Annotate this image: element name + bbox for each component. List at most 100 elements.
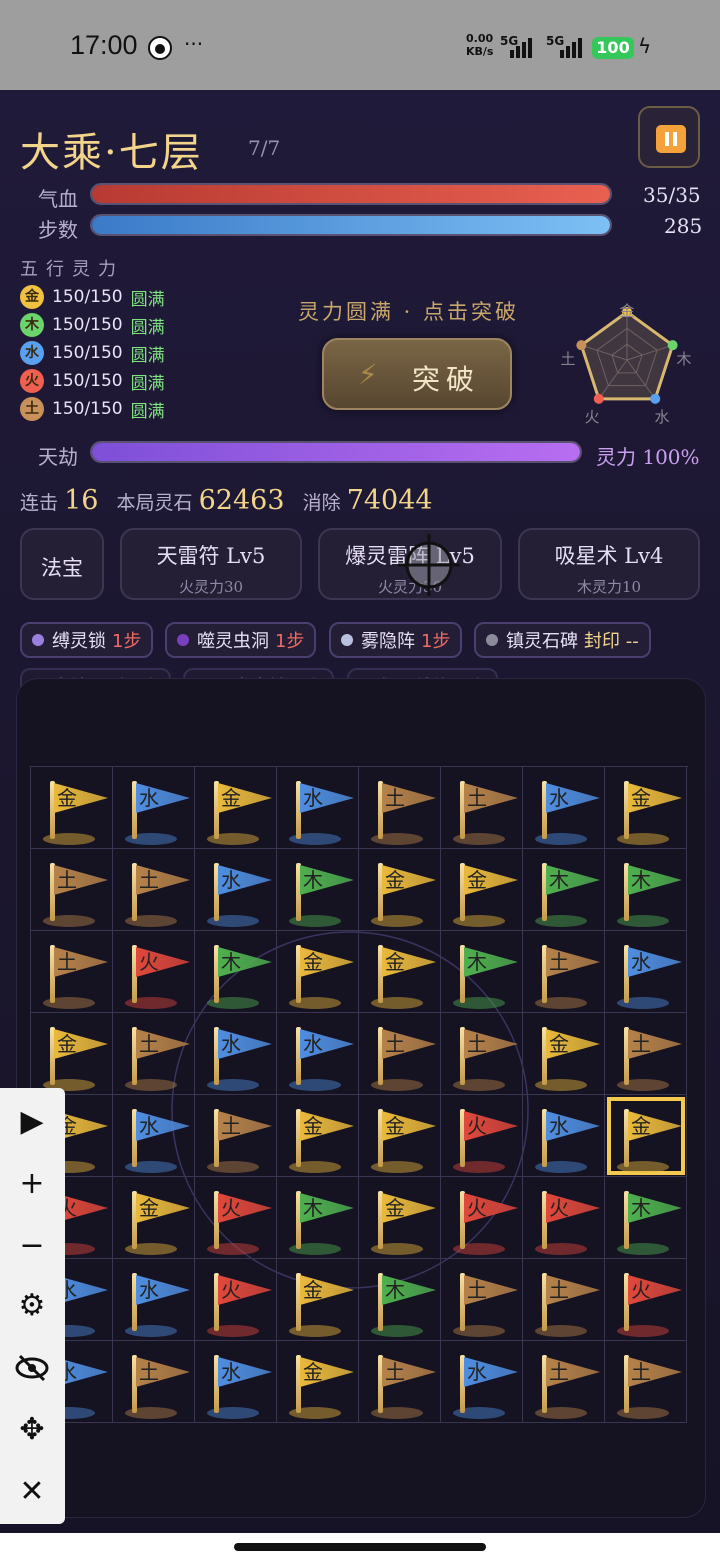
steps-bar [90,214,612,236]
board-cell[interactable]: 金 [277,1341,359,1423]
board-cell[interactable]: 金 [441,849,523,931]
board-cell[interactable]: 土 [195,1095,277,1177]
flag-piece: 木 [277,849,359,931]
board-cell[interactable]: 火 [441,1177,523,1259]
board-cell[interactable]: 水 [113,1095,195,1177]
board-cell[interactable]: 金 [31,1013,113,1095]
board-cell[interactable]: 土 [113,849,195,931]
board-cell[interactable]: 土 [31,849,113,931]
stones-label: 本局灵石 [116,492,193,514]
board-cell[interactable]: 水 [441,1341,523,1423]
board-cell[interactable]: 水 [113,1259,195,1341]
board-cell[interactable]: 金 [359,849,441,931]
board-cell[interactable]: 土 [113,1013,195,1095]
effect-chip[interactable]: 镇灵石碑 封印 -- [474,622,651,658]
tribulation-bar-fill [92,443,580,461]
move-icon[interactable]: ✥ [14,1412,50,1448]
gear-icon[interactable]: ⚙ [14,1288,50,1324]
board-cell[interactable]: 土 [359,767,441,849]
breakthrough-button[interactable]: ⚡ 突破 [322,338,512,410]
board-cell[interactable]: 土 [31,931,113,1013]
board-cell[interactable]: 土 [605,1013,687,1095]
board-cell[interactable]: 金 [277,1095,359,1177]
board-cell[interactable]: 木 [605,1177,687,1259]
board-cell[interactable]: 水 [605,931,687,1013]
effect-name: 镇灵石碑 [506,631,578,652]
board-cell[interactable]: 土 [441,1013,523,1095]
board-cell[interactable]: 土 [441,1259,523,1341]
board-cell[interactable]: 土 [523,931,605,1013]
close-icon[interactable]: ✕ [14,1474,50,1510]
board-cell[interactable]: 土 [523,1259,605,1341]
artifact-skill-1[interactable]: 天雷符 Lv5 火灵力30 [120,528,302,600]
effect-chip[interactable]: 雾隐阵 1步 [329,622,463,658]
effect-chip[interactable]: 噬灵虫洞 1步 [165,622,317,658]
board-cell[interactable]: 金 [31,767,113,849]
steps-value: 285 [664,214,703,238]
eye-off-icon[interactable] [14,1350,50,1386]
hp-bar [90,183,612,205]
board-cell[interactable]: 土 [113,1341,195,1423]
pause-icon [656,125,686,153]
wuxing-value: 150/150 [52,343,123,363]
board-cell[interactable]: 水 [195,1341,277,1423]
flag-piece: 木 [605,849,687,931]
board-cell[interactable]: 火 [113,931,195,1013]
tribulation-bar [90,441,582,463]
board-cell[interactable]: 水 [113,767,195,849]
board-cell[interactable]: 火 [195,1259,277,1341]
flag-piece: 金 [277,1095,359,1177]
artifact-tab-button[interactable]: 法宝 [20,528,104,600]
board-cell[interactable]: 水 [277,767,359,849]
board-cell[interactable]: 水 [195,1013,277,1095]
board-cell[interactable]: 金 [277,931,359,1013]
flag-piece: 土 [605,1341,687,1423]
flag-piece: 金 [277,1259,359,1341]
board-cell[interactable]: 水 [523,767,605,849]
board-cell[interactable]: 木 [605,849,687,931]
board-cell[interactable]: 火 [195,1177,277,1259]
board-cell[interactable]: 金 [113,1177,195,1259]
minus-icon[interactable]: − [14,1228,50,1264]
board-cell[interactable]: 土 [441,767,523,849]
board-cell[interactable]: 木 [441,931,523,1013]
flag-piece: 水 [523,1095,605,1177]
board-cell[interactable]: 金 [523,1013,605,1095]
board-cell[interactable]: 水 [195,849,277,931]
board-cell[interactable]: 土 [523,1341,605,1423]
board-cell[interactable]: 火 [605,1259,687,1341]
play-icon[interactable]: ▶ [14,1104,50,1140]
board-cell[interactable]: 火 [523,1177,605,1259]
board-cell[interactable]: 金 [195,767,277,849]
board-cell[interactable]: 木 [523,849,605,931]
board-cell[interactable]: 金 [359,931,441,1013]
flag-element: 火 [139,950,159,974]
board-cell[interactable]: 水 [277,1013,359,1095]
wuxing-row: 土 150/150 圆满 [20,396,165,422]
flag-element: 水 [139,786,159,810]
board-cell[interactable]: 水 [523,1095,605,1177]
flag-element: 木 [631,1196,651,1220]
board-cell[interactable]: 木 [359,1259,441,1341]
effect-dot-icon [486,634,498,646]
board-cell[interactable]: 金 [359,1177,441,1259]
board-cell[interactable]: 土 [359,1013,441,1095]
board-cell[interactable]: 金 [605,767,687,849]
board-cell[interactable]: 金 [277,1259,359,1341]
flag-element: 土 [467,1278,487,1302]
board-cell[interactable]: 木 [277,849,359,931]
pause-button[interactable] [638,106,700,168]
board-cell[interactable]: 金 [359,1095,441,1177]
board-cell[interactable]: 火 [441,1095,523,1177]
plus-icon[interactable]: + [14,1166,50,1202]
flag-element: 土 [221,1114,241,1138]
effect-chip[interactable]: 缚灵锁 1步 [20,622,154,658]
board-cell[interactable]: 金 [605,1095,687,1177]
board-cell[interactable]: 木 [277,1177,359,1259]
board-cell[interactable]: 木 [195,931,277,1013]
artifact-skill-3[interactable]: 吸星术 Lv4 木灵力10 [518,528,700,600]
board-cell[interactable]: 土 [359,1341,441,1423]
game-screen: 大乘·七层 7/7 气血 35/35 步数 285 五行灵力 金 150/150… [0,90,720,1533]
radar-label: 火 [584,408,599,426]
board-cell[interactable]: 土 [605,1341,687,1423]
